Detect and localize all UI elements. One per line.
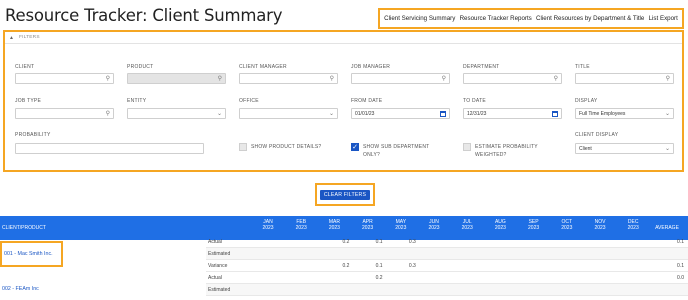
table-row: Estimated (206, 248, 688, 260)
table-cell: 0.3 (408, 263, 416, 269)
client-manager-label: CLIENT MANAGER (239, 64, 287, 70)
chevron-down-icon: ⌄ (664, 111, 670, 117)
client-label: CLIENT (15, 64, 35, 70)
from-date-label: FROM DATE (351, 98, 383, 104)
search-icon: ⚲ (553, 76, 558, 82)
show-product-details-label: SHOW PRODUCT DETAILS? (251, 144, 322, 150)
display-label: DISPLAY (575, 98, 598, 104)
month-column-header: APR 2023 (362, 219, 374, 231)
table-row: Variance 0.2 0.1 0.3 0.1 (206, 260, 688, 272)
search-icon: ⚲ (105, 111, 110, 117)
to-date-label: TO DATE (463, 98, 486, 104)
month-column-header: JUN 2023 (428, 219, 440, 231)
average-column-header: AVERAGE (655, 225, 679, 231)
average-cell: 0.1 (677, 239, 684, 245)
estimate-probability-label: ESTIMATE PROBABILITY WEIGHTED? (475, 144, 538, 158)
page-title: Resource Tracker: Client Summary (5, 6, 283, 25)
row-type-label: Estimated (208, 287, 231, 293)
office-select[interactable]: ⌄ (239, 108, 338, 119)
row-type-label: Estimated (208, 251, 231, 257)
month-column-header: FEB 2023 (295, 219, 307, 231)
top-navigation: Client Servicing Summary Resource Tracke… (378, 8, 684, 29)
product-label: PRODUCT (127, 64, 154, 70)
average-cell: 0.0 (677, 275, 684, 281)
product-field: ⚲ (127, 73, 226, 84)
department-label: DEPARTMENT (463, 64, 500, 70)
title-label: TITLE (575, 64, 590, 70)
show-product-details-checkbox[interactable] (239, 143, 247, 151)
client-display-label: CLIENT DISPLAY (575, 132, 619, 138)
month-column-header: MAR 2023 (328, 219, 340, 231)
nav-list-export[interactable]: List Export (649, 15, 678, 22)
title-field[interactable]: ⚲ (575, 73, 674, 84)
chevron-down-icon: ⌄ (664, 146, 670, 152)
table-cell: 0.2 (342, 263, 350, 269)
average-cell: 0.1 (677, 263, 684, 269)
calendar-icon[interactable] (440, 111, 446, 117)
table-cell: 0.3 (408, 239, 416, 245)
client-manager-field[interactable]: ⚲ (239, 73, 338, 84)
table-cell: 0.1 (375, 263, 383, 269)
estimate-probability-checkbox[interactable] (463, 143, 471, 151)
filters-header-label: FILTERS (18, 35, 40, 40)
probability-field[interactable] (15, 143, 204, 154)
from-date-field[interactable]: 01/01/23 (351, 108, 450, 119)
table-cell: 0.1 (375, 239, 383, 245)
filters-panel: ▲ FILTERS CLIENT ⚲ PRODUCT ⚲ CLIENT MANA… (3, 30, 684, 172)
month-column-header: MAY 2023 (395, 219, 407, 231)
check-icon: ✓ (352, 144, 358, 151)
filters-toggle[interactable]: ▲ FILTERS (5, 32, 682, 44)
month-column-header: JAN 2023 (262, 219, 274, 231)
job-type-field[interactable]: ⚲ (15, 108, 114, 119)
probability-label: PROBABILITY (15, 132, 51, 138)
nav-client-resources-by-department[interactable]: Client Resources by Department & Title (536, 15, 644, 22)
search-icon: ⚲ (329, 76, 334, 82)
calendar-icon[interactable] (552, 111, 558, 117)
chevron-up-icon: ▲ (9, 34, 14, 41)
month-column-header: AUG 2023 (494, 219, 506, 231)
department-field[interactable]: ⚲ (463, 73, 562, 84)
entity-label: ENTITY (127, 98, 147, 104)
job-type-label: JOB TYPE (15, 98, 42, 104)
chevron-down-icon: ⌄ (216, 111, 222, 117)
clear-filters-button[interactable]: CLEAR FILTERS (319, 189, 371, 200)
client-highlight: 001 - Mac Smith Inc. (0, 241, 63, 267)
month-column-header: SEP 2023 (528, 219, 540, 231)
client-field[interactable]: ⚲ (15, 73, 114, 84)
search-icon: ⚲ (441, 76, 446, 82)
client-link-002[interactable]: 002 - FEAm Inc (2, 286, 39, 292)
client-display-select[interactable]: Client ⌄ (575, 143, 674, 154)
show-sub-department-checkbox[interactable]: ✓ (351, 143, 359, 151)
table-row: Actual 0.2 0.1 0.3 0.1 (206, 236, 688, 248)
clear-filters-highlight: CLEAR FILTERS (315, 183, 375, 206)
show-sub-department-label: SHOW SUB DEPARTMENT ONLY? (363, 144, 430, 158)
chevron-down-icon: ⌄ (328, 111, 334, 117)
nav-client-servicing-summary[interactable]: Client Servicing Summary (384, 15, 455, 22)
to-date-field[interactable]: 12/31/23 (463, 108, 562, 119)
row-type-label: Actual (208, 275, 222, 281)
table-cell: 0.2 (342, 239, 350, 245)
month-column-header: DEC 2023 (627, 219, 639, 231)
row-type-label: Actual (208, 239, 222, 245)
entity-select[interactable]: ⌄ (127, 108, 226, 119)
row-type-label: Variance (208, 263, 228, 269)
display-select[interactable]: Full Time Employees ⌄ (575, 108, 674, 119)
month-column-header: OCT 2023 (561, 219, 573, 231)
client-link-001[interactable]: 001 - Mac Smith Inc. (4, 251, 53, 257)
search-icon: ⚲ (105, 76, 110, 82)
job-manager-field[interactable]: ⚲ (351, 73, 450, 84)
month-column-header: JUL 2023 (461, 219, 473, 231)
table-row: Actual 0.2 0.0 (206, 272, 688, 284)
month-column-header: NOV 2023 (594, 219, 606, 231)
search-icon: ⚲ (217, 76, 222, 82)
office-label: OFFICE (239, 98, 259, 104)
table-row: Estimated (206, 284, 688, 296)
table-cell: 0.2 (375, 275, 383, 281)
client-product-column-header: CLIENT/PRODUCT (2, 225, 46, 231)
search-icon: ⚲ (665, 76, 670, 82)
job-manager-label: JOB MANAGER (351, 64, 391, 70)
nav-resource-tracker-reports[interactable]: Resource Tracker Reports (460, 15, 532, 22)
